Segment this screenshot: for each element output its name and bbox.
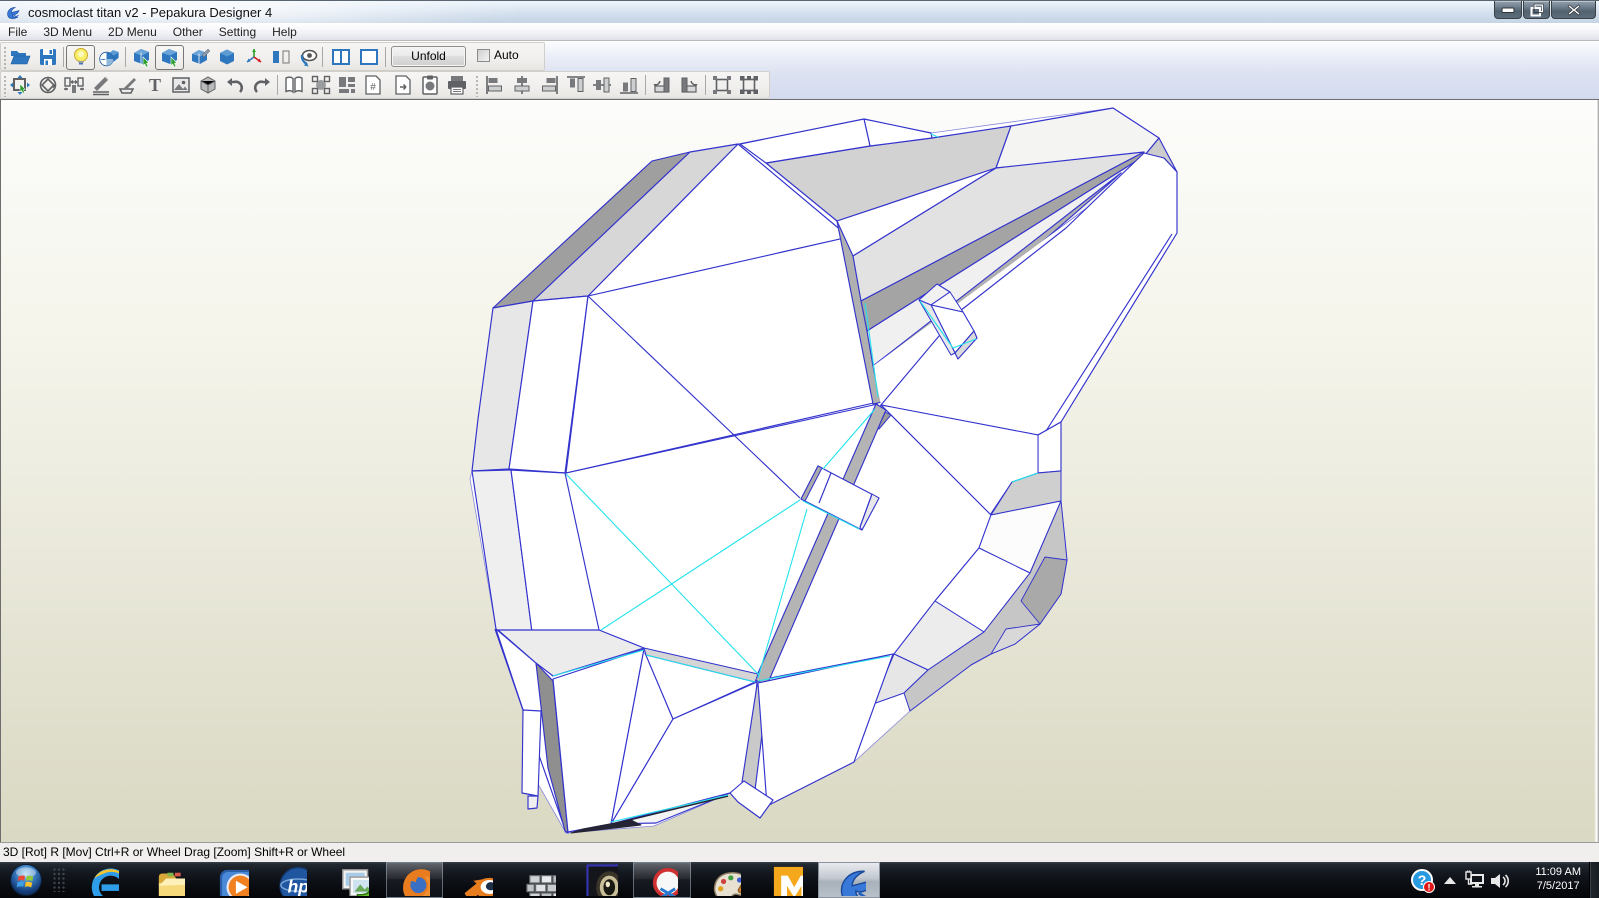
svg-text:#: # <box>370 82 376 93</box>
svg-text:hp: hp <box>288 876 307 896</box>
svg-text:!: ! <box>1428 883 1431 893</box>
svg-text:T: T <box>149 75 161 95</box>
